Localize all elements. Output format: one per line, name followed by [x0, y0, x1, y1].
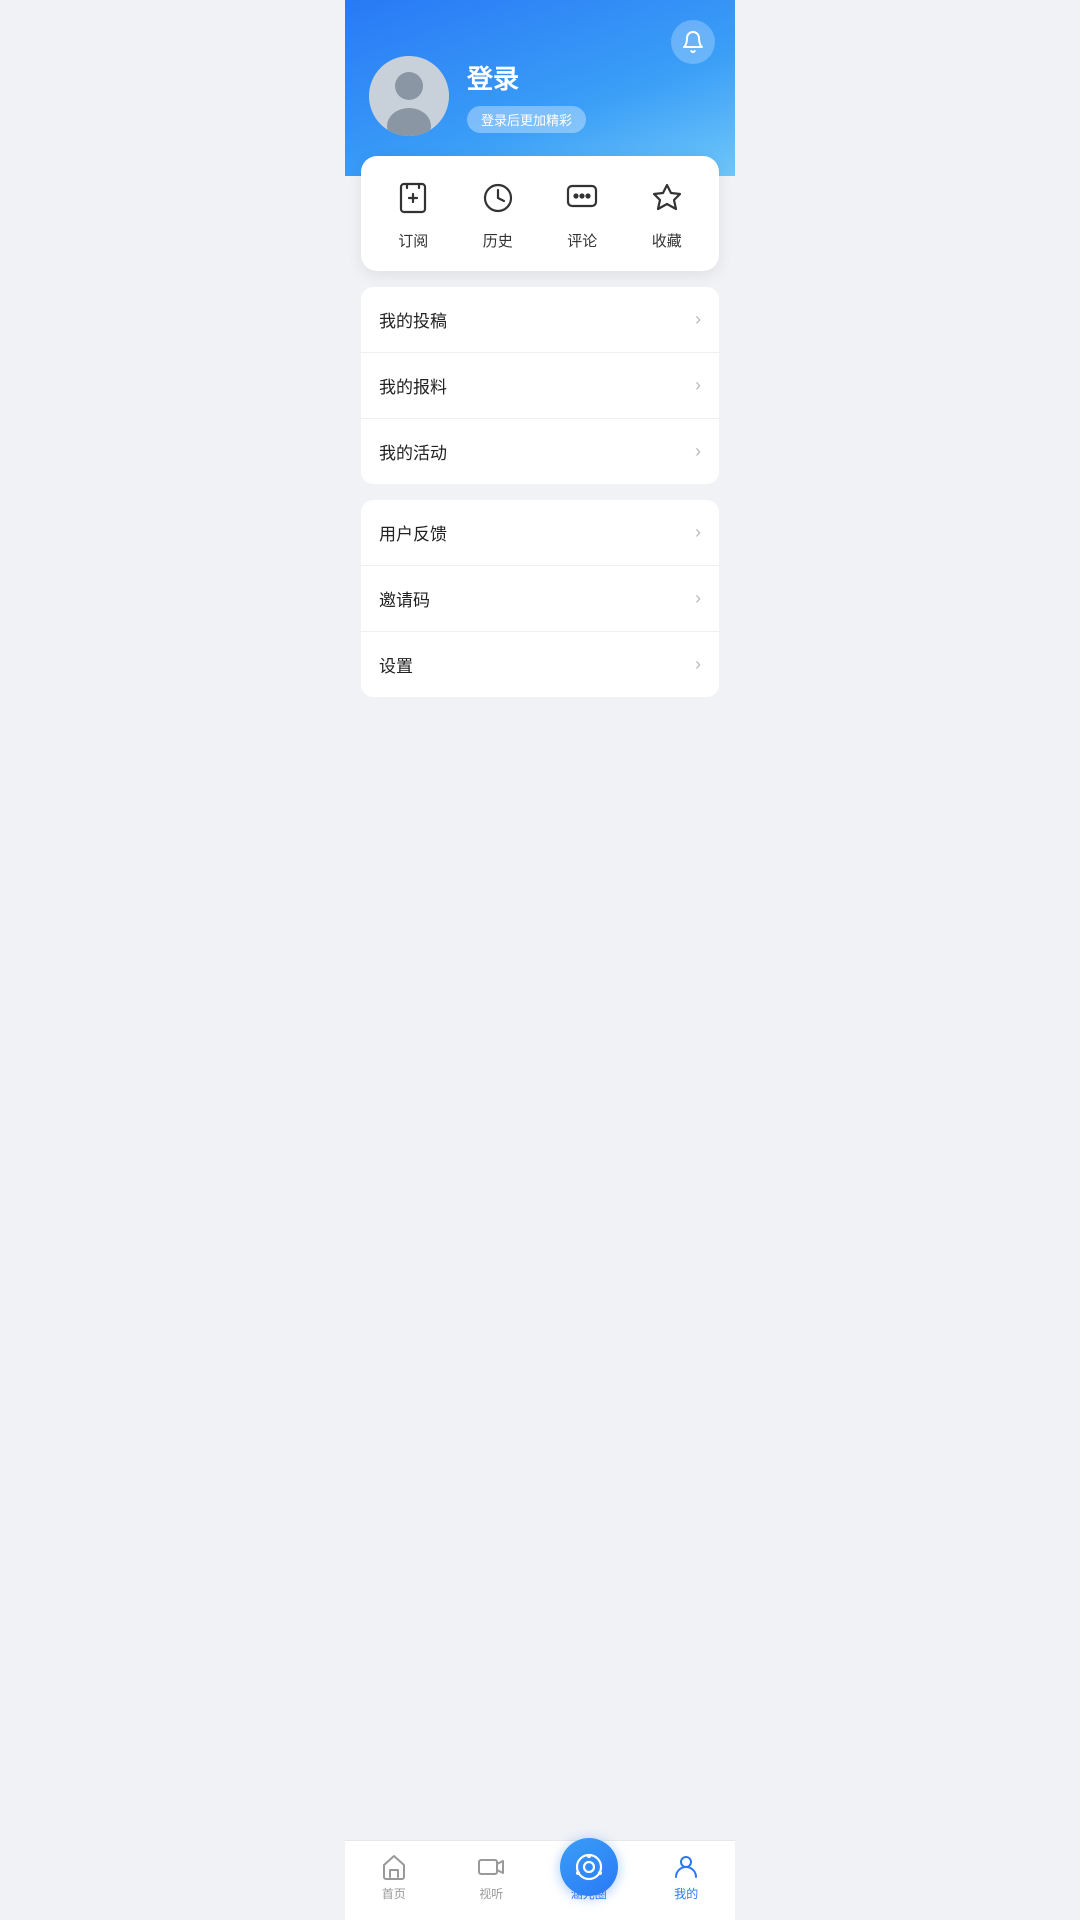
nav-item-video[interactable]: 视听 [443, 1853, 541, 1904]
history-icon [476, 176, 520, 220]
menu-item-report[interactable]: 我的报料 › [361, 353, 719, 419]
nav-item-mine[interactable]: 我的 [638, 1853, 736, 1904]
menu-label-activity: 我的活动 [379, 439, 447, 464]
menu-label-feedback: 用户反馈 [379, 520, 447, 545]
subscribe-label: 订阅 [398, 230, 428, 251]
profile-info: 登录 登录后更加精彩 [467, 59, 586, 133]
quick-item-subscribe[interactable]: 订阅 [371, 176, 456, 251]
menu-label-settings: 设置 [379, 652, 413, 677]
login-title: 登录 [467, 59, 586, 96]
chevron-icon-feedback: › [695, 522, 701, 543]
chevron-icon-settings: › [695, 654, 701, 675]
quick-item-favorite[interactable]: 收藏 [625, 176, 710, 251]
chevron-icon-contribution: › [695, 309, 701, 330]
favorite-icon [645, 176, 689, 220]
favorite-label: 收藏 [652, 230, 682, 251]
menu-item-feedback[interactable]: 用户反馈 › [361, 500, 719, 566]
chevron-icon-report: › [695, 375, 701, 396]
subscribe-icon [391, 176, 435, 220]
home-icon [380, 1853, 408, 1881]
quick-actions-card: 订阅 历史 评论 [361, 156, 719, 271]
bottom-nav: 首页 视听 涵光圈 [345, 1840, 735, 1920]
menu-item-settings[interactable]: 设置 › [361, 632, 719, 697]
bell-icon [681, 30, 705, 54]
nav-item-home[interactable]: 首页 [345, 1853, 443, 1904]
bell-button[interactable] [671, 20, 715, 64]
avatar [369, 56, 449, 136]
profile-row[interactable]: 登录 登录后更加精彩 [369, 56, 711, 136]
menu-group-1: 我的投稿 › 我的报料 › 我的活动 › [361, 287, 719, 484]
circle-bubble [560, 1838, 618, 1896]
quick-item-comment[interactable]: 评论 [540, 176, 625, 251]
menu-item-contribution[interactable]: 我的投稿 › [361, 287, 719, 353]
comment-label: 评论 [567, 230, 597, 251]
nav-item-circle[interactable]: 涵光圈 [540, 1849, 638, 1904]
chevron-icon-invite: › [695, 588, 701, 609]
menu-group-2: 用户反馈 › 邀请码 › 设置 › [361, 500, 719, 697]
menu-label-report: 我的报料 [379, 373, 447, 398]
menu-label-invite: 邀请码 [379, 586, 430, 611]
header-bg: 登录 登录后更加精彩 [345, 0, 735, 176]
chevron-icon-activity: › [695, 441, 701, 462]
menu-item-invite[interactable]: 邀请码 › [361, 566, 719, 632]
video-icon [477, 1853, 505, 1881]
comment-icon [560, 176, 604, 220]
home-label: 首页 [382, 1885, 406, 1902]
mine-label: 我的 [674, 1885, 698, 1902]
menu-label-contribution: 我的投稿 [379, 307, 447, 332]
quick-item-history[interactable]: 历史 [456, 176, 541, 251]
mine-icon [672, 1853, 700, 1881]
menu-item-activity[interactable]: 我的活动 › [361, 419, 719, 484]
login-subtitle: 登录后更加精彩 [467, 106, 586, 133]
video-label: 视听 [479, 1885, 503, 1902]
circle-icon [573, 1851, 605, 1883]
avatar-icon [369, 56, 449, 136]
history-label: 历史 [483, 230, 513, 251]
